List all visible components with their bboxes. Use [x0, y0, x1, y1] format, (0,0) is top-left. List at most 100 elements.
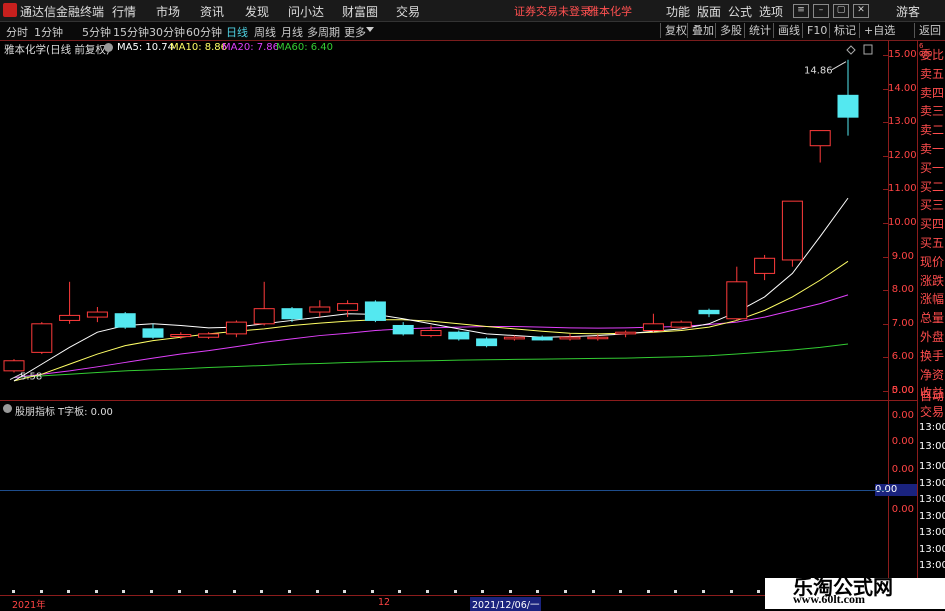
candle[interactable] — [476, 337, 498, 348]
candle-body — [281, 308, 303, 320]
side-panel-item[interactable]: 涨跌 — [920, 272, 945, 289]
tab-5min[interactable]: 5分钟 — [82, 24, 111, 40]
tab-fenshi[interactable]: 分时 — [6, 24, 28, 40]
candle[interactable] — [142, 323, 164, 339]
candle[interactable] — [809, 130, 831, 163]
side-panel-item[interactable]: 卖一 — [920, 140, 945, 157]
menu-faxian[interactable]: 发现 — [245, 3, 269, 20]
candle[interactable] — [559, 333, 581, 341]
tab-60min[interactable]: 60分钟 — [186, 24, 222, 40]
side-panel-item[interactable]: 买三 — [920, 196, 945, 213]
candle-body — [754, 257, 776, 274]
price-tick-label: 11.00 — [888, 183, 917, 195]
tab-1min[interactable]: 1分钟 — [34, 24, 63, 40]
indicator-title: 股朋指标 — [15, 407, 55, 418]
price-tick-label: 12.00 — [888, 149, 917, 161]
side-panel-item[interactable]: 卖二 — [920, 121, 945, 138]
menu-shichang[interactable]: 市场 — [156, 3, 180, 20]
candle[interactable] — [781, 200, 803, 267]
close-icon[interactable]: ✕ — [853, 4, 869, 18]
candle[interactable] — [364, 300, 386, 323]
more-dropdown-icon[interactable] — [366, 27, 374, 32]
time-tick-mark — [315, 590, 319, 593]
menu-banmian[interactable]: 版面 — [697, 3, 721, 20]
menu-xuanxiang[interactable]: 选项 — [759, 3, 783, 20]
tool-diejia[interactable]: 叠加 — [687, 23, 718, 38]
side-panel-item[interactable]: 卖四 — [920, 84, 945, 101]
side-panel-item[interactable]: 卖五 — [920, 65, 945, 82]
candle[interactable] — [615, 330, 637, 338]
candle[interactable] — [3, 359, 25, 373]
candle[interactable] — [531, 335, 553, 341]
tab-more[interactable]: 更多 — [344, 24, 366, 40]
tab-daily[interactable]: 日线 — [226, 24, 248, 40]
candle[interactable] — [698, 308, 720, 318]
side-panel-item[interactable]: 卖三 — [920, 102, 945, 119]
candle[interactable] — [392, 322, 414, 336]
side-panel-item[interactable]: 现价 — [920, 253, 945, 270]
side-panel-item[interactable]: 买四 — [920, 215, 945, 232]
maximize-icon[interactable]: ▢ — [833, 4, 849, 18]
ma5-line — [13, 197, 849, 382]
tool-back[interactable]: 返回 — [914, 23, 945, 38]
low-label: 5.58 — [20, 372, 42, 383]
marker-diamond-icon[interactable] — [846, 45, 856, 55]
side-time-label: 13:00 — [919, 560, 945, 571]
kline-chart[interactable]: 14.86 5.58 — [0, 40, 918, 400]
minimize-icon[interactable]: – — [813, 4, 829, 18]
user-label[interactable]: 游客 — [896, 3, 920, 20]
candle[interactable] — [642, 313, 664, 333]
login-status[interactable]: 证券交易未登录 — [514, 3, 591, 19]
side-panel-item[interactable]: 外盘 — [920, 328, 945, 345]
tool-f10[interactable]: F10 — [802, 23, 831, 38]
tab-weekly[interactable]: 周线 — [254, 24, 276, 40]
candle[interactable] — [754, 254, 776, 281]
tool-duogu[interactable]: 多股 — [715, 23, 746, 38]
side-panel-item[interactable]: 涨幅 — [920, 290, 945, 307]
menu-gongneng[interactable]: 功能 — [666, 3, 690, 20]
tool-huaxian[interactable]: 画线 — [773, 23, 804, 38]
menu-gongshi[interactable]: 公式 — [728, 3, 752, 20]
candle[interactable] — [309, 300, 331, 318]
candle[interactable] — [114, 312, 136, 329]
panel-divider[interactable] — [0, 400, 918, 401]
menu-hangqing[interactable]: 行情 — [112, 3, 136, 20]
menu-jiaoyi[interactable]: 交易 — [396, 3, 420, 20]
tab-multi-period[interactable]: 多周期 — [307, 24, 340, 40]
indicator-settings-icon[interactable] — [3, 404, 12, 413]
tab-15min[interactable]: 15分钟 — [113, 24, 149, 40]
candle[interactable] — [253, 281, 275, 326]
candle-body — [198, 333, 220, 338]
side-panel-item[interactable]: 买一 — [920, 159, 945, 176]
side-trade[interactable]: 交易 — [920, 403, 945, 420]
menu-list-icon[interactable]: ≡ — [793, 4, 809, 18]
tool-biaoji[interactable]: 标记 — [829, 23, 860, 38]
candle[interactable] — [448, 330, 470, 341]
candle[interactable] — [86, 307, 108, 323]
tool-tongji[interactable]: 统计 — [744, 23, 775, 38]
tab-30min[interactable]: 30分钟 — [149, 24, 185, 40]
menu-zixun[interactable]: 资讯 — [200, 3, 224, 20]
side-panel-item[interactable]: 买五 — [920, 234, 945, 251]
tool-add-watchlist[interactable]: +自选 — [859, 23, 899, 38]
price-tick-label: 14.00 — [888, 82, 917, 94]
side-panel-item[interactable]: 总量 — [920, 309, 945, 326]
side-panel-item[interactable]: 净资 — [920, 366, 945, 383]
candle[interactable] — [225, 320, 247, 338]
candle-body — [225, 321, 247, 335]
candle[interactable] — [837, 59, 859, 136]
side-panel-item[interactable]: 换手 — [920, 347, 945, 364]
candle[interactable] — [726, 266, 748, 321]
candle[interactable] — [31, 322, 53, 355]
marker-square-icon[interactable] — [863, 44, 873, 55]
side-time-label: 13:00 — [919, 441, 945, 452]
candle[interactable] — [59, 281, 81, 324]
candle[interactable] — [670, 320, 692, 329]
menu-wenxiaoda[interactable]: 问小达 — [288, 3, 324, 20]
side-panel-item[interactable]: 买二 — [920, 178, 945, 195]
side-panel-item[interactable]: 委比 — [920, 46, 945, 63]
menu-caifuquan[interactable]: 财富圈 — [342, 3, 378, 20]
side-time-label: 13:00 — [919, 511, 945, 522]
side-auto[interactable]: 自动 — [920, 387, 945, 404]
tab-monthly[interactable]: 月线 — [281, 24, 303, 40]
